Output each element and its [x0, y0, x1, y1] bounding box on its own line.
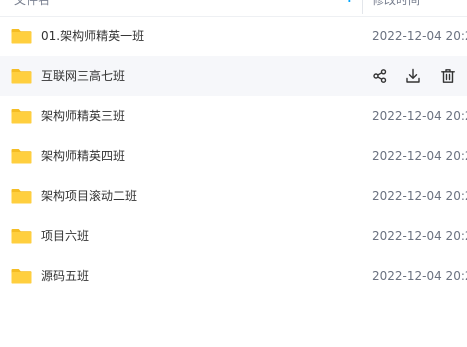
folder-icon	[11, 68, 32, 84]
modified-time: 2022-12-04 20:27	[372, 29, 467, 43]
sort-arrow-icon[interactable]: ↑	[343, 0, 356, 6]
folder-icon	[11, 268, 32, 284]
file-name[interactable]: 架构项目滚动二班	[41, 188, 137, 204]
file-name[interactable]: 架构师精英四班	[41, 148, 125, 164]
file-row[interactable]: 源码五班 2022-12-04 20:27	[0, 256, 467, 296]
file-row[interactable]: 架构师精英三班 2022-12-04 20:27	[0, 96, 467, 136]
file-name[interactable]: 架构师精英三班	[41, 108, 125, 124]
column-header-name[interactable]: 文件名	[14, 0, 50, 8]
file-list: 01.架构师精英一班 2022-12-04 20:27 互联网三高七班	[0, 16, 467, 296]
list-header: 文件名 ↑ 修改时间	[0, 0, 467, 17]
share-icon[interactable]	[372, 68, 388, 84]
delete-icon[interactable]	[440, 68, 456, 84]
file-name[interactable]: 互联网三高七班	[41, 68, 125, 84]
file-name[interactable]: 01.架构师精英一班	[41, 28, 144, 44]
file-name[interactable]: 源码五班	[41, 268, 89, 284]
file-row[interactable]: 架构师精英四班 2022-12-04 20:27	[0, 136, 467, 176]
folder-icon	[11, 108, 32, 124]
file-row[interactable]: 01.架构师精英一班 2022-12-04 20:27	[0, 16, 467, 56]
file-row[interactable]: 项目六班 2022-12-04 20:27	[0, 216, 467, 256]
column-divider	[362, 0, 363, 14]
folder-icon	[11, 188, 32, 204]
modified-time: 2022-12-04 20:27	[372, 149, 467, 163]
download-icon[interactable]	[405, 68, 421, 84]
modified-time: 2022-12-04 20:27	[372, 109, 467, 123]
modified-time: 2022-12-04 20:27	[372, 229, 467, 243]
modified-time: 2022-12-04 20:27	[372, 189, 467, 203]
row-actions	[366, 56, 467, 96]
file-row[interactable]: 架构项目滚动二班 2022-12-04 20:27	[0, 176, 467, 216]
column-header-time[interactable]: 修改时间	[372, 0, 420, 8]
folder-icon	[11, 28, 32, 44]
folder-icon	[11, 148, 32, 164]
folder-icon	[11, 228, 32, 244]
modified-time: 2022-12-04 20:27	[372, 269, 467, 283]
file-row-hovered[interactable]: 互联网三高七班	[0, 56, 467, 96]
file-name[interactable]: 项目六班	[41, 228, 89, 244]
